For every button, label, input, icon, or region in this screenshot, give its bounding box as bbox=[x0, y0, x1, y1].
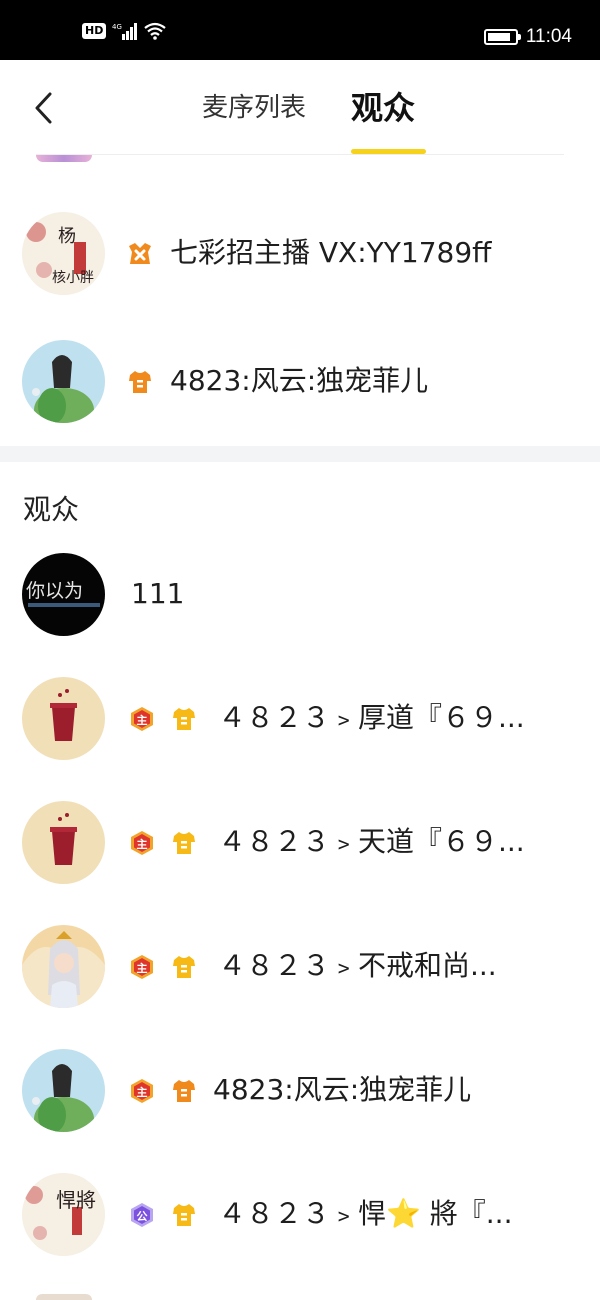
list-item[interactable]: 悍將 公 ４８２３﹥悍⭐ 將『... bbox=[0, 1153, 600, 1277]
user-name: 七彩招主播 VX:YY1789ff bbox=[170, 236, 492, 269]
back-arrow-icon[interactable] bbox=[30, 90, 60, 126]
orange-shirt-badge-icon bbox=[129, 371, 151, 393]
list-item[interactable]: 主 ４８２３﹥厚道『６９... bbox=[0, 657, 600, 781]
hd-icon: HD bbox=[82, 23, 107, 39]
user-name: ４８２３﹥悍⭐ 將『... bbox=[218, 1197, 513, 1230]
list-item[interactable]: 4823:风云:独宠菲儿 bbox=[0, 320, 600, 444]
wifi-icon bbox=[144, 22, 167, 40]
clock: 11:04 bbox=[525, 26, 572, 47]
svg-text:主: 主 bbox=[137, 1085, 148, 1099]
host-badge-icon: 主 bbox=[131, 955, 153, 979]
svg-text:悍將: 悍將 bbox=[56, 1188, 96, 1212]
yellow-shirt-badge-icon bbox=[173, 1204, 195, 1226]
avatar[interactable] bbox=[22, 925, 105, 1008]
partial-avatar bbox=[36, 1294, 92, 1300]
user-name: 4823:风云:独宠菲儿 bbox=[170, 364, 429, 397]
badge-group: 主 bbox=[128, 705, 198, 733]
svg-text:公: 公 bbox=[137, 1210, 148, 1223]
avatar[interactable]: 你以为 bbox=[22, 553, 105, 636]
list-item[interactable]: 主 ４８２３﹥不戒和尚... bbox=[0, 905, 600, 1029]
section-divider bbox=[0, 446, 600, 462]
user-name: ４８２３﹥厚道『６９... bbox=[218, 701, 525, 734]
signal-icon: 4G bbox=[112, 23, 138, 40]
svg-text:主: 主 bbox=[137, 961, 148, 975]
badge-group bbox=[126, 240, 154, 268]
host-badge-icon: 主 bbox=[131, 1079, 153, 1103]
user-name: ４８２３﹥天道『６９... bbox=[218, 825, 525, 858]
yellow-shirt-badge-icon bbox=[173, 708, 195, 730]
section-title: 观众 bbox=[23, 493, 80, 526]
avatar[interactable] bbox=[22, 677, 105, 760]
battery-icon bbox=[483, 29, 521, 45]
status-right: 11:04 bbox=[483, 26, 572, 48]
list-item[interactable]: 主 ４８２３﹥天道『６９... bbox=[0, 781, 600, 905]
orange-crown-badge-icon bbox=[129, 243, 151, 264]
badge-group bbox=[126, 368, 154, 396]
orange-shirt-badge-icon bbox=[173, 1080, 195, 1102]
user-name: ４８２３﹥不戒和尚... bbox=[218, 949, 497, 982]
badge-group: 主 bbox=[128, 829, 198, 857]
user-name: 111 bbox=[131, 577, 185, 610]
tab-mic-queue[interactable]: 麦序列表 bbox=[202, 88, 306, 128]
avatar[interactable]: 悍將 bbox=[22, 1173, 105, 1256]
badge-group: 主 bbox=[128, 1077, 198, 1105]
yellow-shirt-badge-icon bbox=[173, 956, 195, 978]
host-badge-icon: 主 bbox=[131, 831, 153, 855]
svg-text:4G: 4G bbox=[112, 23, 122, 31]
svg-text:你以为: 你以为 bbox=[26, 580, 83, 602]
tab-audience[interactable]: 观众 bbox=[351, 88, 415, 128]
svg-text:核小胖: 核小胖 bbox=[52, 270, 94, 286]
avatar-calligraphy: 杨 bbox=[58, 226, 76, 247]
yellow-shirt-badge-icon bbox=[173, 832, 195, 854]
list-item[interactable]: 杨 核小胖 七彩招主播 VX:YY1789ff bbox=[0, 192, 600, 316]
avatar[interactable]: 杨 核小胖 bbox=[22, 212, 105, 295]
status-left: HD 4G bbox=[82, 22, 167, 40]
list-item[interactable]: 你以为 111 bbox=[0, 533, 600, 657]
svg-text:主: 主 bbox=[137, 713, 148, 727]
public-badge-icon: 公 bbox=[131, 1203, 153, 1227]
list-item[interactable]: 主 4823:风云:独宠菲儿 bbox=[0, 1029, 600, 1153]
badge-group: 公 bbox=[128, 1201, 198, 1229]
partial-avatar bbox=[36, 155, 92, 162]
badge-group: 主 bbox=[128, 953, 198, 981]
header-divider bbox=[36, 154, 564, 155]
user-name: 4823:风云:独宠菲儿 bbox=[213, 1073, 472, 1106]
status-bar: HD 4G 11:04 bbox=[0, 0, 600, 60]
host-badge-icon: 主 bbox=[131, 707, 153, 731]
header: 麦序列表 观众 bbox=[0, 60, 600, 155]
svg-text:主: 主 bbox=[137, 837, 148, 851]
avatar[interactable] bbox=[22, 340, 105, 423]
avatar[interactable] bbox=[22, 1049, 105, 1132]
avatar[interactable] bbox=[22, 801, 105, 884]
